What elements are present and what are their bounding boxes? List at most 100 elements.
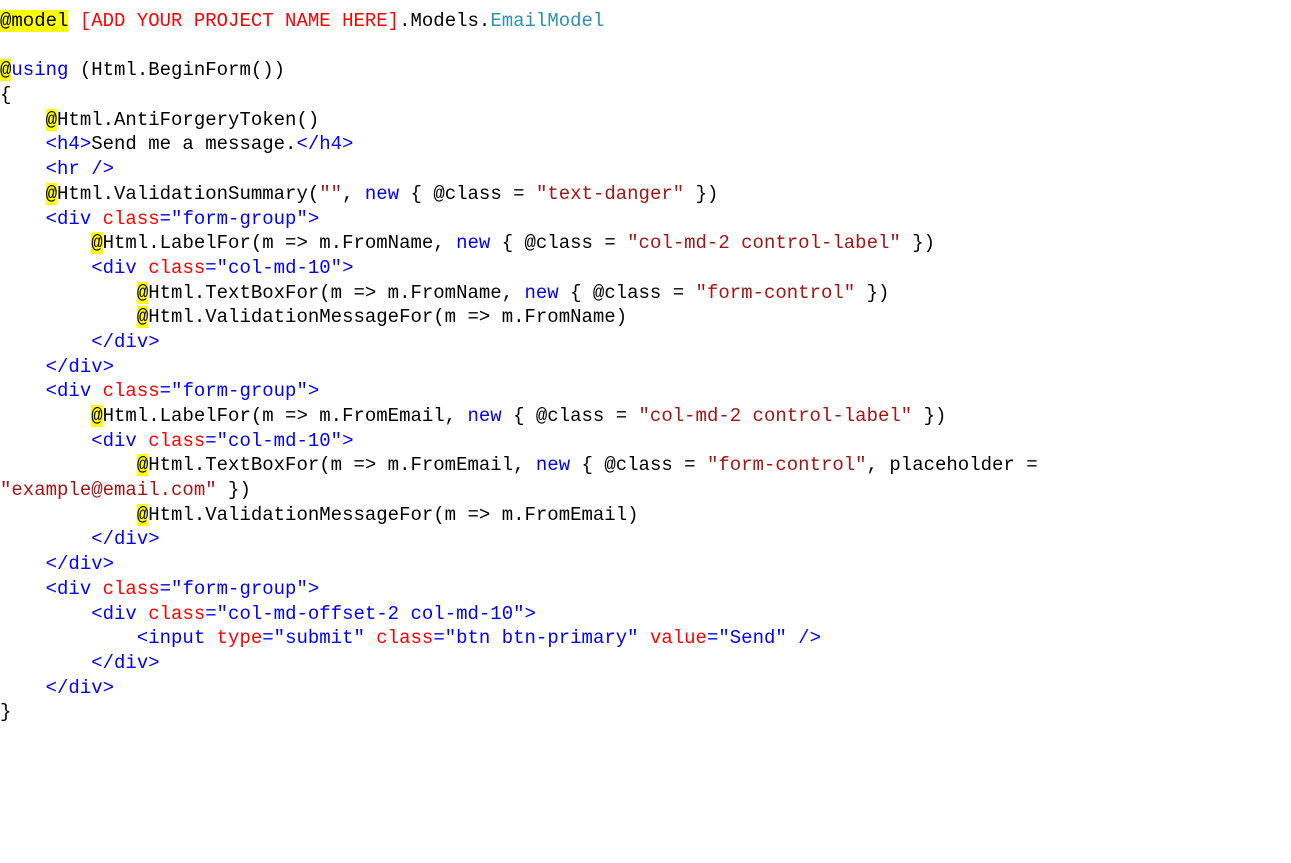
type-token: EmailModel (490, 10, 605, 32)
keyword-token: </div> (45, 355, 115, 378)
keyword-token: ="col-md-10"> (205, 429, 354, 452)
razor-marker: @ (136, 454, 149, 477)
razor-marker: @ (45, 182, 58, 205)
code-token: Html.AntiForgeryToken() (57, 108, 320, 131)
code-token: }) (900, 232, 936, 255)
code-line: <div class="col-md-offset-2 col-md-10"> (0, 602, 1291, 627)
keyword-token: ="col-md-10"> (205, 256, 354, 279)
code-line: } (0, 700, 1291, 725)
keyword-token: </div> (45, 676, 115, 699)
code-line: @Html.ValidationMessageFor(m => m.FromEm… (0, 503, 1291, 528)
keyword-token: <div (45, 207, 103, 230)
razor-marker: @ (136, 503, 149, 526)
keyword-token: new (535, 454, 571, 477)
razor-marker: @model (0, 10, 69, 32)
code-line: @using (Html.BeginForm()) (0, 58, 1291, 83)
code-line: <div class="col-md-10"> (0, 429, 1291, 454)
razor-marker: @ (91, 405, 103, 427)
attribute-token: class (148, 256, 206, 279)
string-token: "text-danger" (535, 182, 685, 205)
code-token: , placeholder = (866, 454, 1038, 477)
keyword-token: <input (136, 627, 217, 650)
razor-marker: @ (136, 306, 149, 329)
code-token: Html.LabelFor(m => m.FromEmail, (102, 405, 468, 427)
code-line: </div> (0, 355, 1291, 380)
attribute-token: class (102, 577, 160, 600)
attribute-token: class (148, 429, 206, 452)
code-token: { @class = (570, 454, 707, 477)
code-line: </div> (0, 552, 1291, 577)
code-token: } (0, 701, 12, 724)
string-token: "example@email.com" (0, 479, 217, 502)
attribute-token: class (102, 380, 160, 403)
code-token: Html.LabelFor(m => m.FromName, (102, 232, 457, 255)
code-token: Html.ValidationSummary( (57, 182, 320, 205)
string-token: "form-control" (706, 454, 867, 477)
string-token: "col-md-2 control-label" (627, 232, 901, 255)
attribute-token: class (102, 207, 160, 230)
attribute-token: class (148, 602, 206, 625)
code-token: }) (684, 182, 719, 205)
string-token: "" (319, 182, 343, 205)
code-token: Send me a message. (91, 133, 297, 156)
code-line: <div class="form-group"> (0, 577, 1291, 602)
code-line: @Html.TextBoxFor(m => m.FromEmail, new {… (0, 453, 1291, 478)
code-line: @Html.LabelFor(m => m.FromName, new { @c… (0, 231, 1291, 256)
keyword-token: <hr /> (45, 158, 115, 181)
keyword-token: <div (45, 577, 103, 600)
code-token: Html.ValidationMessageFor(m => m.FromEma… (148, 503, 639, 526)
attribute-token: type (216, 627, 263, 650)
code-line: "example@email.com" }) (0, 478, 1291, 503)
code-line: </div> (0, 330, 1291, 355)
code-line: <hr /> (0, 157, 1291, 182)
keyword-token: </div> (45, 553, 115, 576)
code-line: </div> (0, 651, 1291, 676)
code-line: <div class="form-group"> (0, 379, 1291, 404)
code-token: Html.TextBoxFor(m => m.FromName, (148, 281, 525, 304)
code-line: </div> (0, 527, 1291, 552)
keyword-token: ="Send" /> (706, 627, 821, 650)
code-line: <div class="col-md-10"> (0, 256, 1291, 281)
keyword-token: new (467, 405, 502, 427)
code-token: }) (216, 479, 251, 502)
attribute-token: class (376, 627, 434, 650)
code-token: { @class = (399, 182, 536, 205)
code-line: @Html.TextBoxFor(m => m.FromName, new { … (0, 281, 1291, 306)
keyword-token: </div> (91, 528, 160, 551)
attribute-token: [ADD YOUR PROJECT NAME HERE] (79, 10, 400, 32)
code-token: { @class = (558, 281, 696, 304)
keyword-token: ="form-group"> (159, 207, 320, 230)
code-token: , (342, 182, 365, 205)
keyword-token: <div (91, 602, 149, 625)
keyword-token: </div> (91, 651, 160, 674)
code-line: </div> (0, 676, 1291, 701)
code-editor[interactable]: @model [ADD YOUR PROJECT NAME HERE].Mode… (0, 9, 1291, 725)
razor-marker: @ (0, 59, 12, 82)
keyword-token: ="submit" (262, 627, 377, 650)
keyword-token: using (11, 59, 69, 82)
razor-marker: @ (136, 281, 149, 304)
code-token: (Html.BeginForm()) (68, 59, 286, 82)
code-token: }) (855, 281, 890, 304)
code-line: { (0, 83, 1291, 108)
code-line: @Html.LabelFor(m => m.FromEmail, new { @… (0, 404, 1291, 429)
keyword-token: <div (91, 429, 149, 452)
code-line: <div class="form-group"> (0, 207, 1291, 232)
